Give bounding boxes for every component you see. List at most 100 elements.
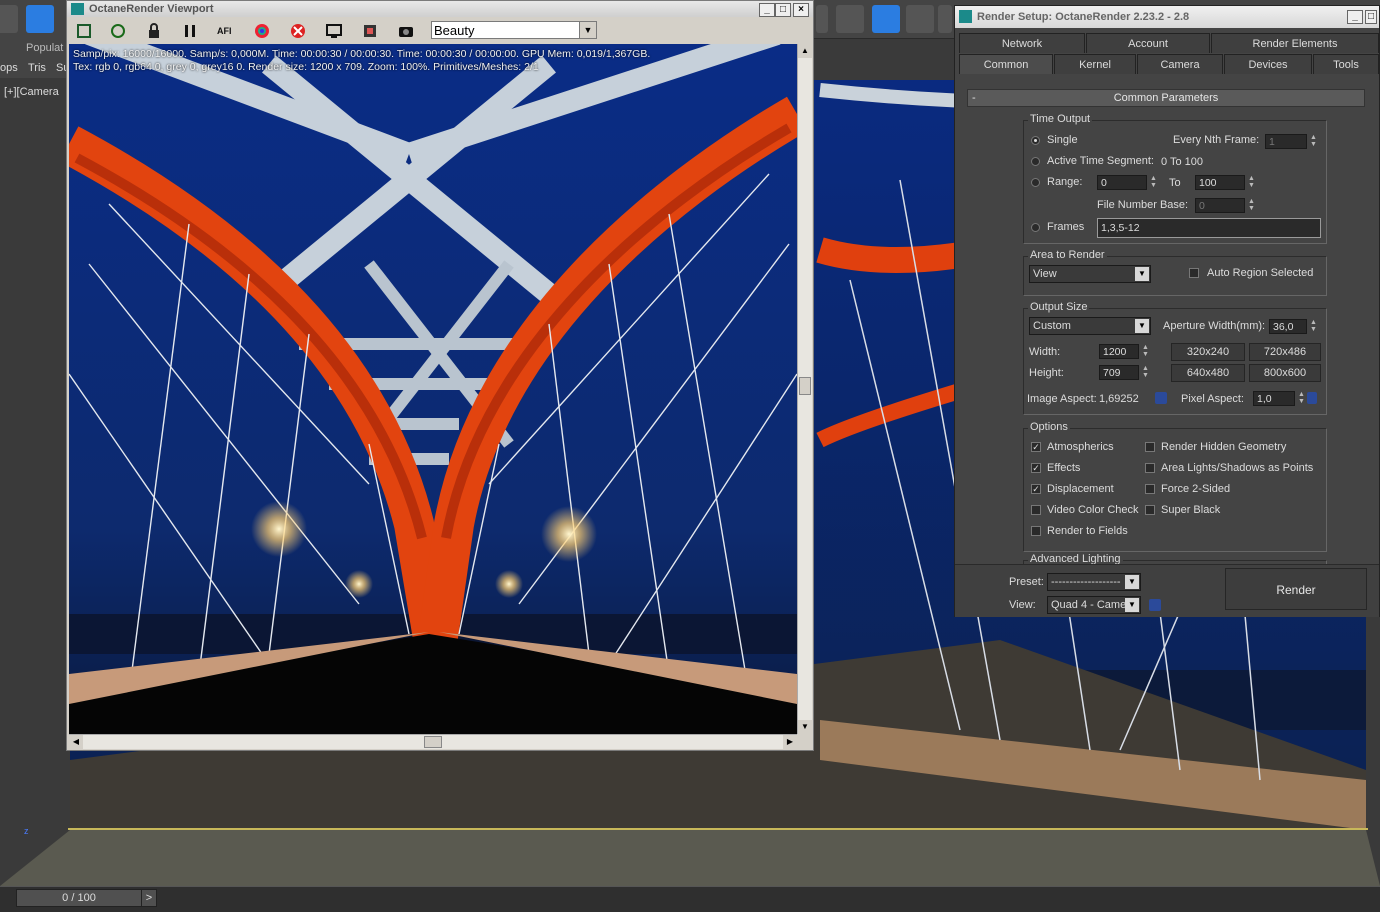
next-frame-button[interactable]: > <box>141 889 157 907</box>
tab-devices[interactable]: Devices <box>1224 54 1312 74</box>
file-number-base-input[interactable]: 0 <box>1195 198 1245 213</box>
scroll-down-icon[interactable]: ▼ <box>798 720 812 734</box>
tab-tools[interactable]: Tools <box>1313 54 1379 74</box>
frames-radio[interactable] <box>1031 223 1040 232</box>
teapot-icon[interactable] <box>906 5 934 33</box>
save-icon[interactable] <box>75 22 93 40</box>
spinner-icon[interactable]: ▲ ▼ <box>1149 175 1158 190</box>
maximize-icon[interactable]: □ <box>775 3 791 17</box>
scroll-right-icon[interactable]: ▶ <box>783 735 797 749</box>
spinner-icon[interactable]: ▲ ▼ <box>1141 344 1150 359</box>
scroll-up-icon[interactable]: ▲ <box>798 44 812 58</box>
vertical-scrollbar[interactable]: ▲ ▼ <box>797 44 812 734</box>
rollout-toggle[interactable]: - <box>972 90 976 106</box>
lock-icon[interactable] <box>145 22 163 40</box>
clear-icon[interactable] <box>289 22 307 40</box>
chevron-down-icon[interactable]: ▼ <box>579 22 596 38</box>
monitor-icon[interactable] <box>325 22 343 40</box>
toolbar-button[interactable] <box>0 5 18 33</box>
height-input[interactable]: 709 <box>1099 365 1139 380</box>
single-radio[interactable] <box>1031 136 1040 145</box>
active-segment-radio[interactable] <box>1031 157 1040 166</box>
video-color-check-label: Video Color Check <box>1047 504 1139 516</box>
scroll-thumb[interactable] <box>799 377 811 395</box>
film-icon[interactable] <box>361 22 379 40</box>
tab-network[interactable]: Network <box>959 33 1085 53</box>
pixel-aspect-input[interactable]: 1,0 <box>1253 391 1295 406</box>
preset-800x600-button[interactable]: 800x600 <box>1249 364 1321 382</box>
area-lights-checkbox[interactable] <box>1145 463 1155 473</box>
view-select[interactable]: Quad 4 - Camer ▼ <box>1047 596 1141 614</box>
camera-icon[interactable] <box>397 22 415 40</box>
chevron-down-icon[interactable]: ▼ <box>1135 267 1149 281</box>
lock-icon[interactable] <box>1155 392 1167 404</box>
render-to-fields-checkbox[interactable] <box>1031 526 1041 536</box>
auto-region-checkbox[interactable] <box>1189 268 1199 278</box>
area-to-render-select[interactable]: View ▼ <box>1029 265 1151 283</box>
refresh-icon[interactable] <box>109 22 127 40</box>
atmospherics-checkbox[interactable]: ✓ <box>1031 442 1041 452</box>
render-setup-icon[interactable] <box>872 5 900 33</box>
preset-320x240-button[interactable]: 320x240 <box>1171 343 1245 361</box>
super-black-checkbox[interactable] <box>1145 505 1155 515</box>
range-from-input[interactable]: 0 <box>1097 175 1147 190</box>
spinner-icon[interactable]: ▲ ▼ <box>1247 198 1256 213</box>
preset-select[interactable]: ------------------- ▼ <box>1047 573 1141 591</box>
width-input[interactable]: 1200 <box>1099 344 1139 359</box>
toolbar-button[interactable] <box>816 5 828 33</box>
ribbon-tab-ops[interactable]: ops <box>0 62 18 74</box>
render-setup-titlebar[interactable]: Render Setup: OctaneRender 2.23.2 - 2.8 … <box>955 6 1379 28</box>
chevron-down-icon[interactable]: ▼ <box>1135 319 1149 333</box>
range-to-input[interactable]: 100 <box>1195 175 1245 190</box>
frames-input[interactable]: 1,3,5-12 <box>1097 218 1321 238</box>
viewport-label[interactable]: [+][Camera <box>4 86 59 98</box>
toolbar-button[interactable] <box>938 5 952 33</box>
range-radio[interactable] <box>1031 178 1040 187</box>
rollout-common-parameters[interactable]: - Common Parameters <box>967 89 1365 107</box>
chevron-down-icon[interactable]: ▼ <box>1125 575 1139 589</box>
scroll-thumb[interactable] <box>424 736 442 748</box>
displacement-checkbox[interactable]: ✓ <box>1031 484 1041 494</box>
time-slider[interactable]: 0 / 100 <box>16 889 142 907</box>
select-move-icon[interactable] <box>26 5 54 33</box>
preset-640x480-button[interactable]: 640x480 <box>1171 364 1245 382</box>
lock-icon[interactable] <box>1307 392 1317 404</box>
color-picker-icon[interactable] <box>253 22 271 40</box>
video-color-check-checkbox[interactable] <box>1031 505 1041 515</box>
render-button[interactable]: Render <box>1225 568 1367 610</box>
effects-checkbox[interactable]: ✓ <box>1031 463 1041 473</box>
view-label: View: <box>1009 599 1036 611</box>
render-pass-select[interactable]: Beauty ▼ <box>431 21 597 39</box>
horizontal-scrollbar[interactable]: ◀ ▶ <box>69 734 797 749</box>
minimize-icon[interactable]: _ <box>1347 10 1363 24</box>
output-size-select[interactable]: Custom ▼ <box>1029 317 1151 335</box>
tab-camera[interactable]: Camera <box>1137 54 1223 74</box>
close-icon[interactable]: × <box>793 3 809 17</box>
pause-icon[interactable] <box>181 22 199 40</box>
minimize-icon[interactable]: _ <box>759 3 775 17</box>
spinner-icon[interactable]: ▲ ▼ <box>1309 134 1318 149</box>
render-hidden-geometry-checkbox[interactable] <box>1145 442 1155 452</box>
scroll-left-icon[interactable]: ◀ <box>69 735 83 749</box>
render-hidden-geometry-label: Render Hidden Geometry <box>1161 441 1287 453</box>
spinner-icon[interactable]: ▲ ▼ <box>1141 365 1150 380</box>
tab-common[interactable]: Common <box>959 54 1053 74</box>
spinner-icon[interactable]: ▲ ▼ <box>1309 319 1318 334</box>
tab-account[interactable]: Account <box>1086 33 1210 53</box>
maximize-icon[interactable]: □ <box>1365 10 1377 24</box>
render-frame-icon[interactable] <box>836 5 864 33</box>
aperture-width-input[interactable]: 36,0 <box>1269 319 1307 334</box>
ribbon-tab-tris[interactable]: Tris <box>28 62 46 74</box>
render-image[interactable] <box>69 44 797 734</box>
spinner-icon[interactable]: ▲ ▼ <box>1297 391 1306 406</box>
preset-720x486-button[interactable]: 720x486 <box>1249 343 1321 361</box>
spinner-icon[interactable]: ▲ ▼ <box>1247 175 1256 190</box>
afi-icon[interactable]: AFI <box>217 22 235 40</box>
chevron-down-icon[interactable]: ▼ <box>1125 598 1139 612</box>
tab-render-elements[interactable]: Render Elements <box>1211 33 1379 53</box>
octane-viewport-titlebar[interactable]: OctaneRender Viewport _ □ × <box>67 1 813 17</box>
lock-icon[interactable] <box>1149 599 1161 611</box>
every-nth-input[interactable]: 1 <box>1265 134 1307 149</box>
force-2-sided-checkbox[interactable] <box>1145 484 1155 494</box>
tab-kernel[interactable]: Kernel <box>1054 54 1136 74</box>
